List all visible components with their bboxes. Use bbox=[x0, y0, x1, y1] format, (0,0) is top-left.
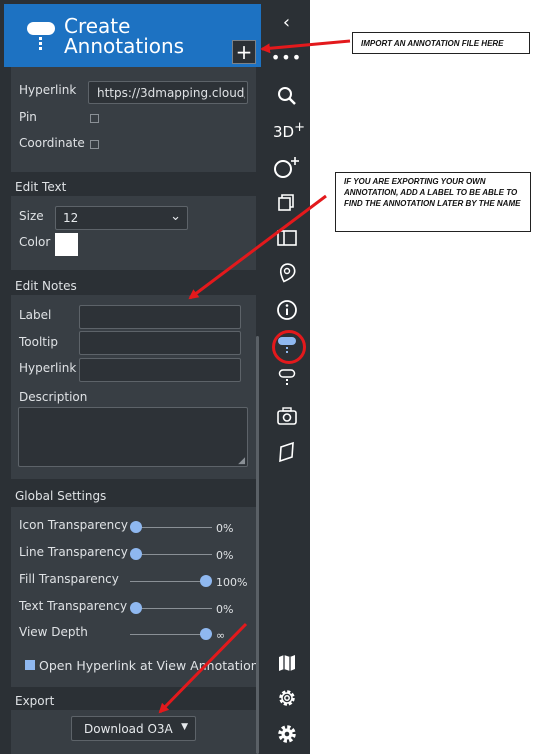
annotation-arrows bbox=[158, 39, 351, 714]
